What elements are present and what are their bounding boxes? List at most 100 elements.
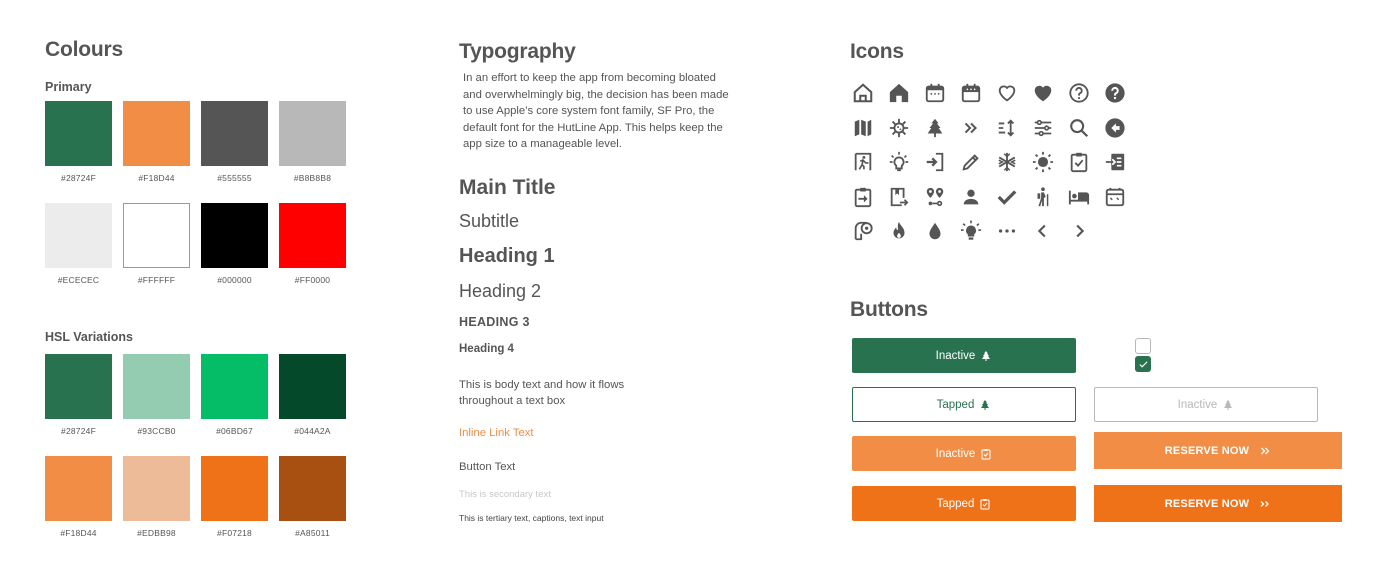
water-drop-icon-glyph — [929, 223, 941, 240]
swatch-hex-label: #EDBB98 — [137, 528, 176, 538]
swatch-hex-label: #A85011 — [295, 528, 330, 538]
map-icon-glyph — [854, 119, 872, 136]
button-label: Tapped — [936, 398, 975, 411]
heart-outline-icon-glyph — [998, 85, 1016, 102]
checkmark-icon-glyph — [997, 190, 1017, 205]
route-icon-glyph — [926, 187, 944, 206]
sample-body-text: This is body text and how it flows throu… — [459, 379, 625, 407]
sample-subtitle: Subtitle — [459, 211, 520, 231]
toilet-paper-icon-glyph — [854, 222, 873, 241]
colours-title: Colours — [45, 38, 123, 61]
help-filled-icon — [1102, 76, 1138, 111]
checkmark-icon — [1138, 360, 1148, 368]
sort-icon — [994, 111, 1030, 146]
stove-icon-glyph — [1105, 187, 1125, 206]
swatch-colour-box — [279, 101, 346, 166]
search-icon — [1066, 111, 1102, 146]
colour-swatch: #F18D44 — [45, 456, 112, 540]
reserve-now-inactive-button[interactable]: RESERVE NOW — [1094, 432, 1342, 469]
hsl-swatch-grid: #28724F #93CCB0 #06BD67 #044A2A #F18D44 #EDBB… — [45, 354, 346, 540]
green-tapped-button[interactable]: Tapped — [852, 387, 1076, 422]
colour-swatch: #000000 — [201, 203, 268, 287]
checkin-icon — [1102, 145, 1138, 180]
swatch-colour-box — [201, 101, 268, 166]
chevron-left-icon — [1030, 214, 1066, 249]
reserve-now-tapped-button[interactable]: RESERVE NOW — [1094, 485, 1342, 522]
more-dots-icon-glyph — [998, 229, 1016, 233]
stove-icon — [1102, 180, 1138, 215]
sample-tertiary-text: This is tertiary text, captions, text in… — [459, 513, 604, 523]
clipboard-check-icon — [1066, 145, 1102, 180]
back-circle-icon-glyph — [1105, 118, 1125, 138]
orange-tapped-button[interactable]: Tapped — [852, 486, 1076, 521]
more-dots-icon — [994, 214, 1030, 249]
pencil-icon-glyph — [962, 154, 979, 171]
sample-inline-link[interactable]: Inline Link Text — [459, 427, 534, 439]
lightbulb-outline-icon — [886, 145, 922, 180]
emergency-exit-icon — [850, 145, 886, 180]
button-label: RESERVE NOW — [1164, 444, 1250, 457]
swatch-hex-label: #28724F — [61, 426, 96, 436]
book-export-icon-glyph — [890, 187, 909, 206]
heart-filled-icon — [1030, 76, 1066, 111]
tree-icon — [981, 399, 990, 410]
sliders-icon-glyph — [1034, 119, 1052, 136]
swatch-hex-label: #F07218 — [217, 528, 252, 538]
swatch-hex-label: #044A2A — [294, 426, 331, 436]
double-chevron-right-icon — [958, 111, 994, 146]
lightbulb-outline-icon-glyph — [889, 152, 909, 172]
help-filled-icon-glyph — [1105, 83, 1125, 103]
clipboard-check-icon — [981, 448, 991, 459]
hiker-icon — [1030, 180, 1066, 215]
sample-main-title: Main Title — [459, 176, 556, 199]
fire-icon-glyph — [893, 222, 905, 239]
virus-icon-glyph — [889, 118, 909, 137]
grey-inactive-button[interactable]: Inactive — [1094, 387, 1318, 422]
back-circle-icon — [1102, 111, 1138, 146]
swatch-colour-box — [201, 354, 268, 419]
help-outline-icon-glyph — [1069, 83, 1089, 103]
clipboard-check-icon — [980, 498, 990, 509]
button-label: RESERVE NOW — [1164, 497, 1250, 510]
sun-icon-glyph — [1032, 152, 1054, 173]
colour-swatch: #A85011 — [279, 456, 346, 540]
calendar-outline-icon-glyph — [925, 84, 945, 103]
hiker-icon-glyph — [1037, 187, 1049, 206]
swatch-colour-box — [279, 203, 346, 268]
icons-title: Icons — [850, 40, 904, 63]
tree-icon — [982, 350, 991, 361]
orange-inactive-button[interactable]: Inactive — [852, 436, 1076, 471]
colour-swatch: #FF0000 — [279, 203, 346, 287]
swatch-colour-box — [45, 101, 112, 166]
swatch-colour-box — [279, 456, 346, 521]
sample-heading-4: Heading 4 — [459, 343, 514, 355]
bed-icon — [1066, 180, 1102, 215]
sample-heading-2: Heading 2 — [459, 281, 542, 301]
checkbox-unchecked[interactable] — [1135, 338, 1151, 354]
primary-swatch-grid: #28724F #F18D44 #555555 #B8B8B8 #ECECEC #FFFF… — [45, 101, 346, 287]
snowflake-icon-glyph — [998, 153, 1016, 172]
swatch-colour-box — [123, 354, 190, 419]
buttons-title: Buttons — [850, 298, 928, 321]
colour-swatch: #FFFFFF — [123, 203, 190, 287]
swatch-hex-label: #FF0000 — [294, 275, 331, 285]
swatch-colour-box — [123, 101, 190, 166]
clipboard-arrow-icon — [850, 180, 886, 215]
home-filled-icon-glyph — [889, 84, 909, 103]
colour-swatch: #B8B8B8 — [279, 101, 346, 185]
colour-swatch: #F18D44 — [123, 101, 190, 185]
typography-intro: In an effort to keep the app from becomi… — [463, 72, 729, 150]
tree-icon-glyph — [927, 118, 943, 137]
swatch-hex-label: #555555 — [217, 173, 252, 183]
primary-title: Primary — [45, 80, 92, 94]
sort-icon-glyph — [998, 119, 1015, 137]
colour-swatch: #28724F — [45, 101, 112, 185]
sun-icon — [1030, 145, 1066, 180]
green-inactive-button[interactable]: Inactive — [852, 338, 1076, 373]
swatch-hex-label: #FFFFFF — [137, 275, 176, 285]
checkbox-checked[interactable] — [1135, 356, 1151, 372]
colour-swatch: #06BD67 — [201, 354, 268, 438]
toilet-paper-icon — [850, 214, 886, 249]
icon-grid — [850, 76, 1138, 249]
colour-swatch: #93CCB0 — [123, 354, 190, 438]
